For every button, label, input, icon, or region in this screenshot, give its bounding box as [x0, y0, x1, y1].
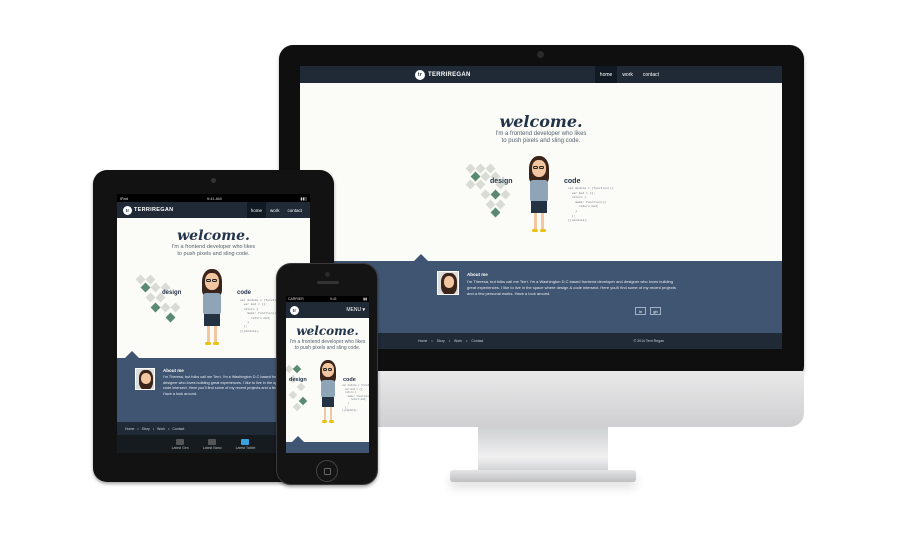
device-mockup-stage: tr TERRIREGAN home work contact welcome.…: [0, 0, 920, 544]
footer-link-home[interactable]: Home: [418, 339, 427, 343]
iphone-device: CARRIER 9:41 ▮▮ tr MENU ▾ welcome. I'm a…: [276, 263, 378, 485]
iphone-battery-icon: ▮▮: [363, 297, 367, 301]
about-text: I'm Theresa, but folks call me Terri. I'…: [467, 279, 676, 296]
iphone-screen: CARRIER 9:41 ▮▮ tr MENU ▾ welcome. I'm a…: [286, 296, 369, 453]
iphone-about-section: [286, 436, 369, 453]
menu-chevron-icon: ▾: [362, 307, 365, 313]
code-snippet: var module = (function(){ var mod = {}; …: [568, 186, 614, 223]
site-navbar: tr TERRIREGAN home work contact: [300, 66, 782, 83]
iphone-brand[interactable]: tr: [290, 305, 299, 315]
tagline-line-1: I'm a frontend developer who likes: [495, 131, 587, 137]
ipad-time: 9:41 AM: [206, 195, 222, 201]
nav-work[interactable]: work: [617, 66, 638, 83]
iphone-carrier: CARRIER: [288, 297, 304, 301]
iphone-navbar: tr MENU ▾: [286, 302, 369, 318]
ipad-code-label: code: [237, 290, 252, 296]
ipad-tab-latest-gen[interactable]: Latest Gen: [172, 438, 189, 450]
footer-link-contact[interactable]: Contact: [471, 339, 483, 343]
ipad-tab-latest-tablet[interactable]: Latest Tablet: [236, 438, 255, 450]
ipad-navbar: tr TERRIREGAN home work contact: [117, 202, 310, 218]
iphone-welcome: welcome.: [296, 324, 359, 338]
ipad-nav-work[interactable]: work: [266, 202, 284, 218]
iphone-camera: [325, 272, 330, 277]
iphone-menu-button[interactable]: MENU ▾: [346, 302, 365, 318]
iphone-design-label: design: [289, 377, 307, 383]
iphone-design-mosaic: [286, 362, 314, 412]
imac-stand-base: [450, 470, 636, 482]
ipad-nav-home[interactable]: home: [246, 202, 266, 218]
design-mosaic: [465, 163, 525, 218]
iphone-speaker: [317, 281, 339, 284]
iphone-code-label: code: [343, 377, 356, 383]
brand-name: TERRIREGAN: [428, 71, 471, 78]
ipad-brand[interactable]: tr TERRIREGAN: [123, 205, 173, 215]
github-icon[interactable]: gh: [650, 307, 661, 315]
ipad-camera: [211, 178, 216, 183]
iphone-code-snippet: var module = (function(){ var mod = {}; …: [342, 384, 369, 413]
ipad-tab-latest-nano[interactable]: Latest Nano: [203, 438, 222, 450]
ipad-about-avatar: [135, 368, 155, 390]
welcome-heading: welcome.: [499, 112, 583, 131]
iphone-time: 9:41: [330, 297, 337, 301]
ipad-tagline-2: to push pixels and sling code.: [177, 251, 250, 257]
ipad-avatar-illustration: [201, 269, 223, 351]
footer-copyright: © 2014 Terri Regan: [633, 339, 664, 343]
ipad-carrier: iPad: [120, 195, 129, 201]
iphone-avatar-illustration: [319, 360, 337, 430]
footer-link-work[interactable]: Work: [454, 339, 462, 343]
ipad-about-title: About me: [163, 368, 184, 373]
linkedin-icon[interactable]: in: [635, 307, 646, 315]
tagline-line-2: to push pixels and sling code.: [501, 138, 581, 144]
ipad-design-label: design: [162, 290, 182, 296]
nav-contact[interactable]: contact: [638, 66, 664, 83]
design-label: design: [490, 178, 513, 185]
avatar-illustration: [528, 156, 550, 238]
iphone-home-button[interactable]: [316, 460, 338, 482]
site-brand[interactable]: tr TERRIREGAN: [415, 69, 471, 80]
ipad-welcome: welcome.: [177, 228, 250, 244]
brand-logo: tr: [415, 69, 425, 80]
ipad-status-bar: iPad 9:41 AM ▮▮▯: [117, 194, 310, 202]
code-label: code: [564, 178, 581, 185]
ipad-design-mosaic: [135, 274, 190, 329]
footer-links: Home • Story • Work • Contact: [418, 339, 484, 343]
about-title: About me: [467, 272, 488, 277]
imac-camera: [537, 51, 544, 58]
nav-home[interactable]: home: [594, 66, 618, 83]
footer-link-story[interactable]: Story: [437, 339, 445, 343]
iphone-tagline-2: to push pixels and sling code.: [294, 345, 361, 351]
about-avatar: [437, 271, 459, 295]
battery-icon: ▮▮▯: [300, 195, 307, 201]
ipad-tagline-1: I'm a frontend developer who likes: [171, 244, 256, 250]
social-links: in gh: [635, 307, 661, 315]
ipad-nav-contact[interactable]: contact: [283, 202, 306, 218]
